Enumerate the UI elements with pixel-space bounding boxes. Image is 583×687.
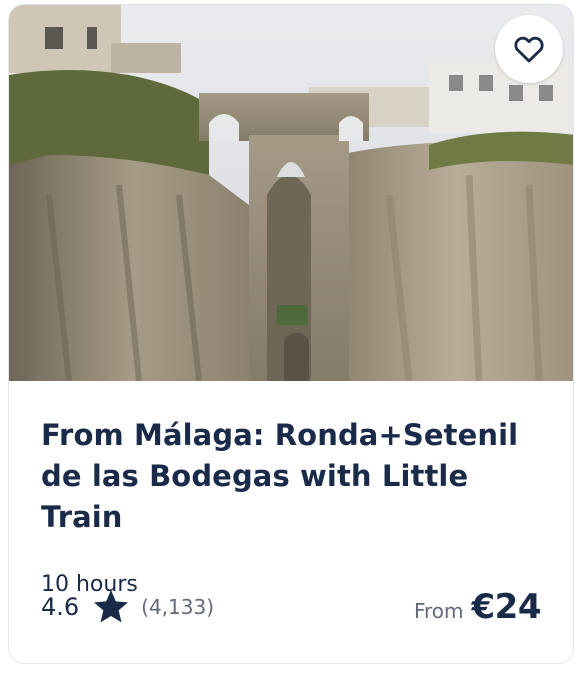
- price-prefix: From: [413, 599, 464, 623]
- price-value: €24: [471, 587, 542, 627]
- card-content: From Málaga: Ronda+Setenil de las Bodega…: [9, 381, 573, 597]
- price: From €24: [413, 587, 542, 627]
- activity-card[interactable]: From Málaga: Ronda+Setenil de las Bodega…: [8, 4, 574, 664]
- review-count: (4,133): [141, 595, 215, 619]
- rating-value: 4.6: [41, 593, 80, 621]
- activity-title[interactable]: From Málaga: Ronda+Setenil de las Bodega…: [41, 415, 541, 538]
- card-footer: 4.6 (4,133) From €24: [41, 587, 542, 627]
- star-icon: [94, 590, 129, 623]
- activity-image[interactable]: [9, 5, 573, 381]
- activity-photo: [9, 5, 573, 381]
- rating: 4.6 (4,133): [41, 587, 214, 627]
- heart-outline-icon: [514, 36, 544, 63]
- wishlist-button[interactable]: [495, 15, 563, 83]
